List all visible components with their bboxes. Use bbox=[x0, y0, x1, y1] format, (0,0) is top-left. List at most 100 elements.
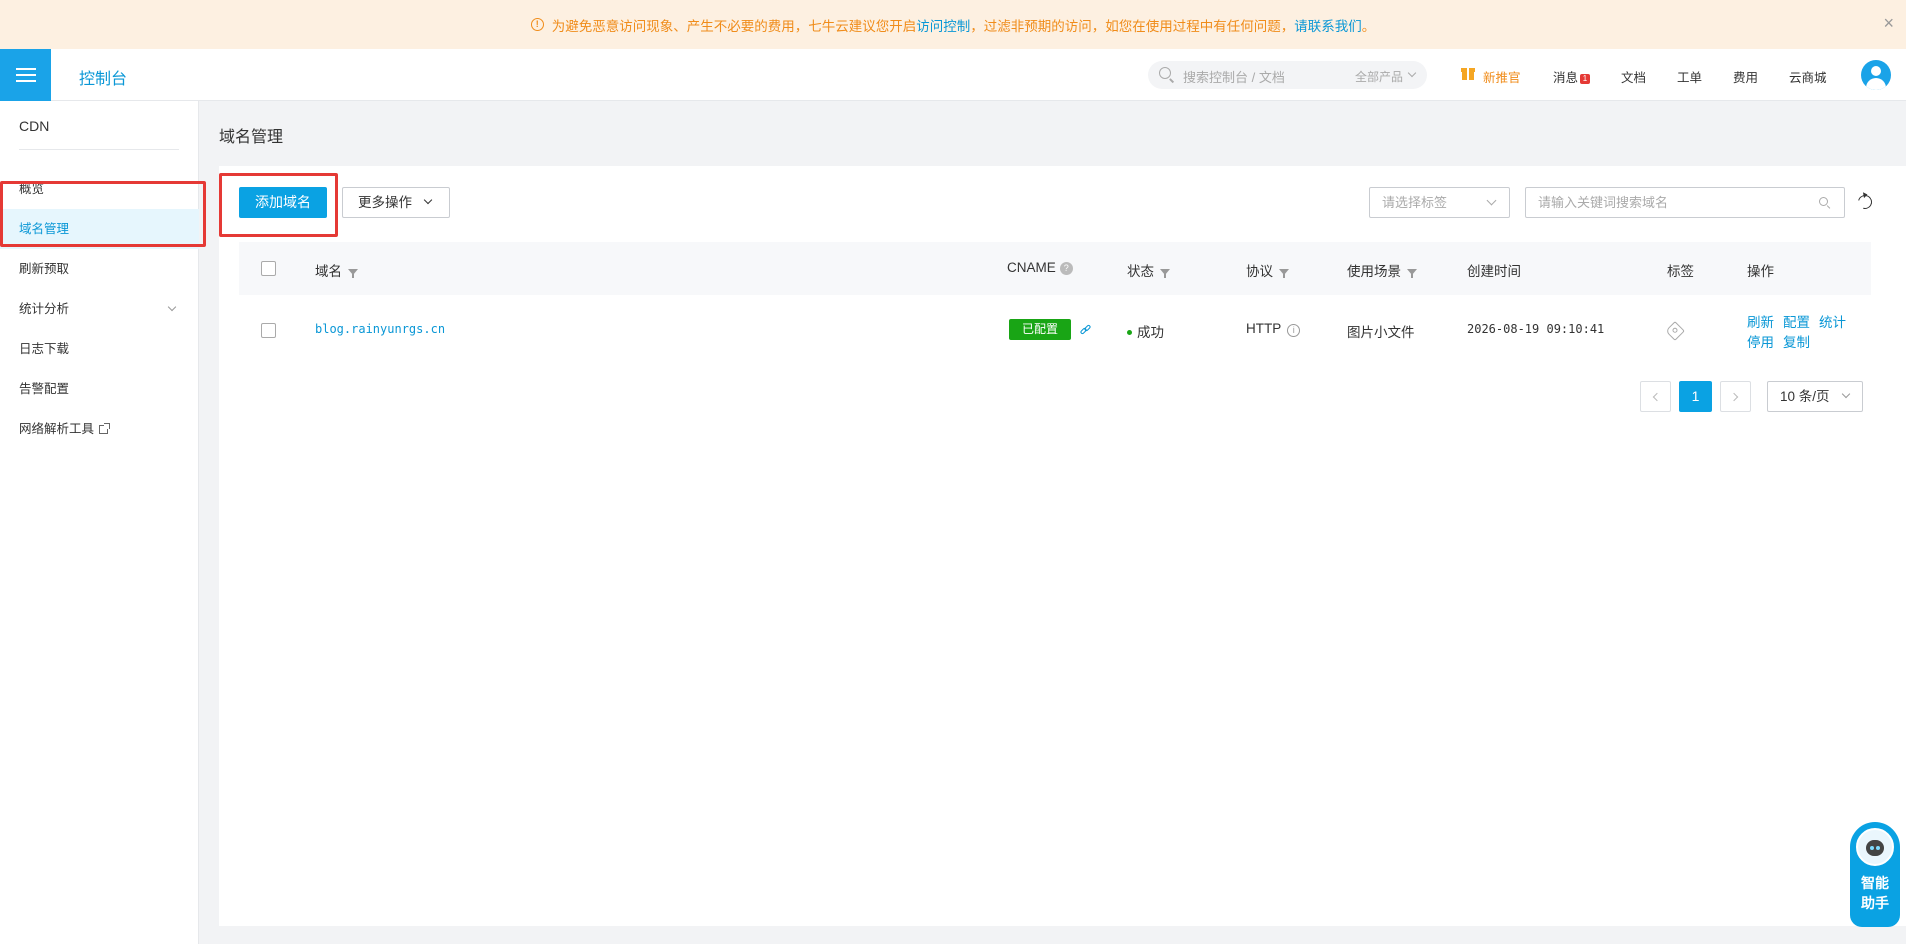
contact-us-link[interactable]: 请联系我们 bbox=[1294, 15, 1362, 35]
column-actions: 操作 bbox=[1747, 264, 1774, 279]
chevron-down-icon bbox=[1841, 389, 1851, 399]
page-number-current[interactable]: 1 bbox=[1679, 381, 1712, 412]
nav-billing[interactable]: 费用 bbox=[1733, 67, 1758, 86]
stats-action-link[interactable]: 统计 bbox=[1819, 311, 1846, 331]
sidebar-item-overview[interactable]: 概览 bbox=[0, 169, 199, 209]
filter-icon[interactable] bbox=[348, 269, 358, 278]
nav-docs[interactable]: 文档 bbox=[1621, 67, 1646, 86]
protocol-text: HTTP bbox=[1246, 321, 1282, 336]
sidebar-item-domain-management[interactable]: 域名管理 bbox=[0, 209, 199, 249]
page-size-select[interactable]: 10 条/页 bbox=[1767, 381, 1863, 412]
column-label: CNAME bbox=[1007, 260, 1056, 275]
domain-search-placeholder: 请输入关键词搜索域名 bbox=[1538, 195, 1669, 210]
more-actions-label: 更多操作 bbox=[358, 195, 412, 210]
warning-icon: ! bbox=[530, 18, 544, 31]
sidebar-item-log-download[interactable]: 日志下载 bbox=[0, 329, 199, 369]
tag-select-placeholder: 请选择标签 bbox=[1382, 195, 1448, 210]
column-label: 协议 bbox=[1246, 264, 1273, 279]
notice-text-end: 。 bbox=[1361, 18, 1376, 34]
sidebar-item-alert-config[interactable]: 告警配置 bbox=[0, 369, 199, 409]
robot-icon bbox=[1856, 828, 1894, 866]
scene-cell: 图片小文件 bbox=[1347, 325, 1415, 340]
top-bar: 控制台 搜索控制台 / 文档 全部产品 新推官 消息 1 文档 工单 费用 云商城 bbox=[0, 49, 1906, 101]
column-cname: CNAME? bbox=[1007, 260, 1073, 275]
column-created: 创建时间 bbox=[1467, 264, 1521, 279]
chevron-down-icon bbox=[1407, 68, 1417, 78]
search-icon bbox=[1819, 197, 1828, 206]
user-avatar[interactable] bbox=[1861, 60, 1891, 90]
column-domain[interactable]: 域名 bbox=[315, 260, 358, 280]
nav-messages[interactable]: 消息 1 bbox=[1553, 67, 1591, 86]
assistant-label-line1: 智能 bbox=[1861, 875, 1889, 891]
assistant-label-line2: 助手 bbox=[1861, 895, 1889, 911]
status-cell: 成功 bbox=[1127, 321, 1164, 341]
info-icon[interactable]: i bbox=[1287, 324, 1301, 337]
message-count-badge: 1 bbox=[1580, 74, 1591, 84]
notice-bar: ! 为避免恶意访问现象、产生不必要的费用，七牛云建议您开启 访问控制 ，过滤非预… bbox=[0, 0, 1906, 49]
sidebar-item-label: 概览 bbox=[19, 182, 45, 196]
nav-tickets[interactable]: 工单 bbox=[1677, 67, 1702, 86]
chevron-down-icon bbox=[1486, 195, 1497, 206]
help-icon[interactable]: ? bbox=[1059, 262, 1073, 275]
sidebar-item-label: 统计分析 bbox=[19, 302, 70, 316]
sidebar-item-label: 网络解析工具 bbox=[19, 422, 95, 436]
close-icon[interactable]: × bbox=[1883, 13, 1894, 33]
sidebar: CDN 概览 域名管理 刷新预取 统计分析 日志下载 告警配置 网络解析工具 bbox=[0, 101, 199, 944]
link-icon[interactable] bbox=[1079, 324, 1092, 336]
sidebar-item-label: 刷新预取 bbox=[19, 262, 70, 276]
domain-link[interactable]: blog.rainyunrgs.cn bbox=[315, 322, 445, 336]
config-action-link[interactable]: 配置 bbox=[1783, 311, 1810, 331]
chevron-left-icon bbox=[1652, 392, 1662, 402]
prev-page-button[interactable] bbox=[1640, 381, 1671, 412]
column-protocol[interactable]: 协议 bbox=[1246, 260, 1289, 280]
add-domain-button[interactable]: 添加域名 bbox=[239, 187, 327, 218]
nav-new-promo[interactable]: 新推官 bbox=[1483, 67, 1521, 86]
console-title[interactable]: 控制台 bbox=[79, 65, 127, 89]
divider bbox=[19, 149, 179, 150]
status-text: 成功 bbox=[1137, 325, 1164, 340]
sidebar-title: CDN bbox=[19, 118, 50, 134]
protocol-cell: HTTP i bbox=[1246, 321, 1301, 337]
chevron-down-icon bbox=[167, 302, 177, 312]
sidebar-item-label: 日志下载 bbox=[19, 342, 70, 356]
tag-select[interactable]: 请选择标签 bbox=[1369, 187, 1510, 218]
page-size-label: 10 条/页 bbox=[1780, 389, 1830, 404]
column-status[interactable]: 状态 bbox=[1127, 260, 1170, 280]
filter-icon[interactable] bbox=[1160, 269, 1170, 278]
search-scope-select[interactable]: 全部产品 bbox=[1355, 68, 1403, 85]
select-all-checkbox[interactable] bbox=[261, 261, 276, 276]
access-control-link[interactable]: 访问控制 bbox=[916, 15, 970, 35]
domain-search-input[interactable]: 请输入关键词搜索域名 bbox=[1525, 187, 1845, 218]
more-actions-button[interactable]: 更多操作 bbox=[342, 187, 450, 218]
success-dot-icon bbox=[1127, 330, 1132, 335]
smart-assistant-button[interactable]: 智能 助手 bbox=[1850, 822, 1900, 927]
hamburger-menu-icon[interactable] bbox=[0, 49, 51, 101]
sidebar-item-statistics[interactable]: 统计分析 bbox=[0, 289, 199, 329]
filter-icon[interactable] bbox=[1407, 269, 1417, 278]
next-page-button[interactable] bbox=[1720, 381, 1751, 412]
refresh-action-link[interactable]: 刷新 bbox=[1747, 311, 1774, 331]
sidebar-item-label: 告警配置 bbox=[19, 382, 70, 396]
sidebar-item-refresh-prefetch[interactable]: 刷新预取 bbox=[0, 249, 199, 289]
disable-action-link[interactable]: 停用 bbox=[1747, 331, 1774, 351]
nav-market[interactable]: 云商城 bbox=[1789, 67, 1827, 86]
search-input[interactable]: 搜索控制台 / 文档 bbox=[1183, 67, 1285, 86]
cname-status-badge: 已配置 bbox=[1009, 319, 1071, 340]
column-label: 状态 bbox=[1127, 264, 1154, 279]
notice-text-middle: ，过滤非预期的访问，如您在使用过程中有任何问题， bbox=[970, 18, 1295, 34]
gift-icon bbox=[1461, 68, 1475, 80]
copy-action-link[interactable]: 复制 bbox=[1783, 331, 1810, 351]
sidebar-item-network-tools[interactable]: 网络解析工具 bbox=[0, 409, 199, 449]
created-time-cell: 2026-08-19 09:10:41 bbox=[1467, 322, 1605, 336]
page-title: 域名管理 bbox=[219, 129, 284, 146]
filter-icon[interactable] bbox=[1279, 269, 1289, 278]
global-search[interactable]: 搜索控制台 / 文档 全部产品 bbox=[1148, 61, 1427, 89]
column-tags: 标签 bbox=[1667, 264, 1694, 279]
row-checkbox[interactable] bbox=[261, 323, 276, 338]
column-label: 域名 bbox=[315, 264, 342, 279]
column-scene[interactable]: 使用场景 bbox=[1347, 260, 1417, 280]
chevron-right-icon bbox=[1729, 392, 1739, 402]
notice-text: 为避免恶意访问现象、产生不必要的费用，七牛云建议您开启 bbox=[551, 18, 917, 34]
chevron-down-icon bbox=[423, 195, 433, 205]
external-link-icon bbox=[99, 423, 111, 434]
